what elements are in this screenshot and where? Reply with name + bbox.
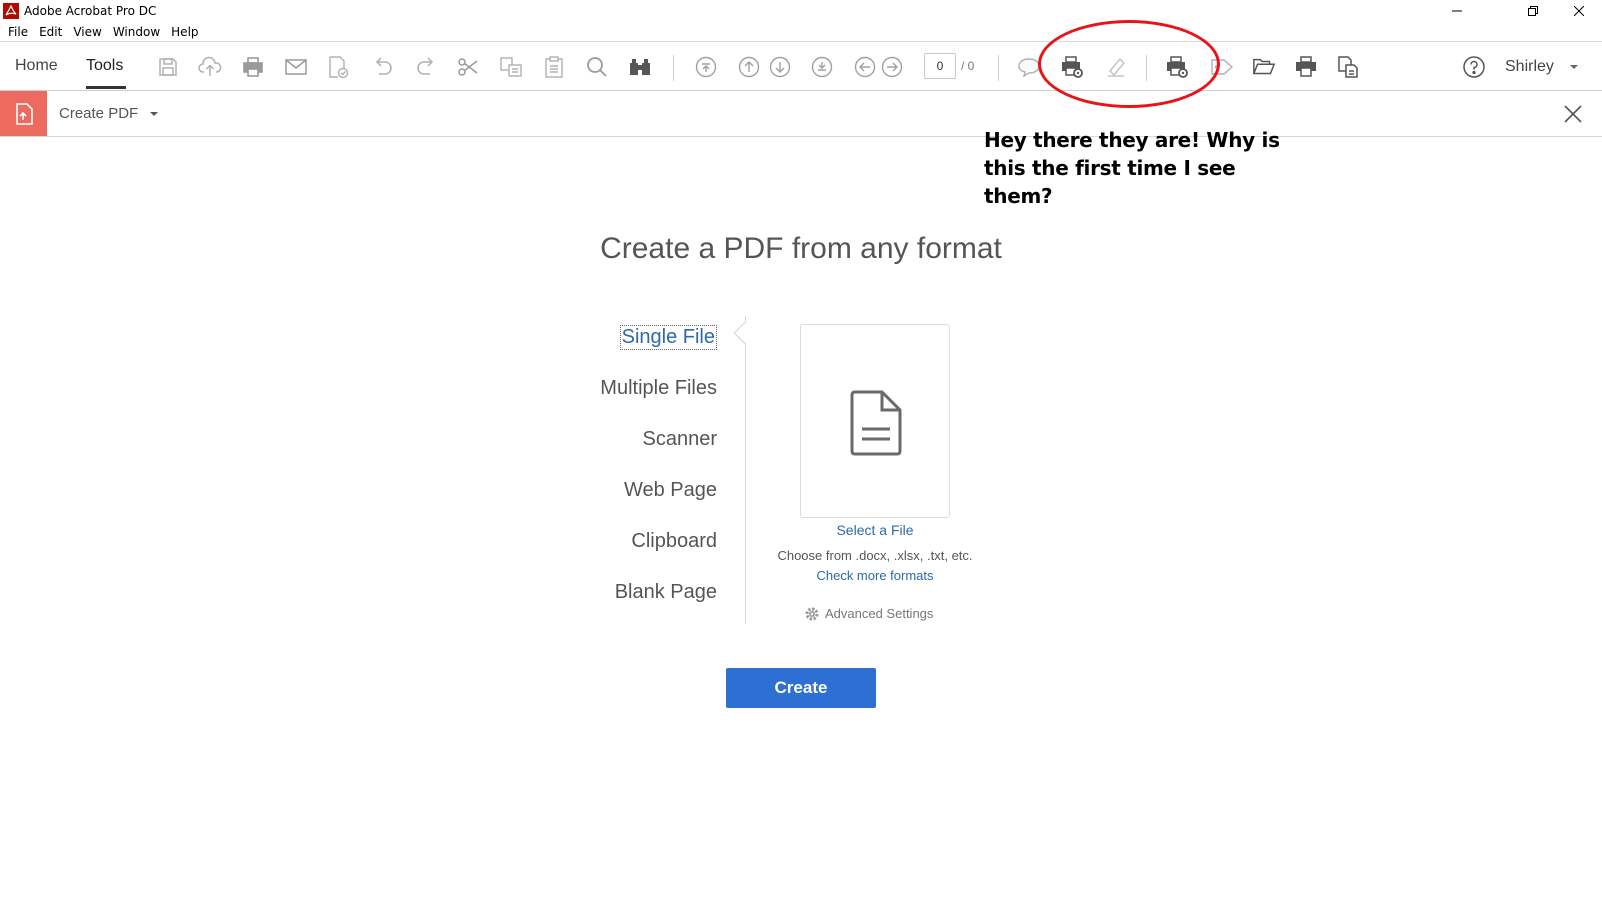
toolbar-separator: [998, 55, 999, 81]
option-web-page[interactable]: Web Page: [624, 479, 717, 502]
save-icon[interactable]: [156, 55, 180, 79]
menu-help[interactable]: Help: [167, 25, 205, 39]
title-bar: Adobe Acrobat Pro DC: [0, 0, 1602, 22]
chevron-down-icon[interactable]: [150, 112, 158, 116]
close-tool-button[interactable]: [1562, 103, 1584, 125]
page-total: / 0: [961, 59, 975, 73]
cut-icon[interactable]: [456, 55, 480, 79]
check-more-formats-link[interactable]: Check more formats: [775, 568, 975, 583]
create-pdf-icon: [0, 91, 47, 136]
last-page-icon[interactable]: [810, 55, 834, 79]
option-multiple-files[interactable]: Multiple Files: [600, 377, 717, 400]
file-drop-area[interactable]: [800, 324, 950, 518]
undo-icon[interactable]: [371, 55, 395, 79]
page-number-input[interactable]: 0: [924, 53, 956, 79]
tab-home[interactable]: Home: [15, 57, 58, 75]
chevron-down-icon[interactable]: [1570, 65, 1578, 69]
toolbar-separator: [673, 55, 674, 81]
search-icon[interactable]: [585, 55, 609, 79]
redo-icon[interactable]: [414, 55, 438, 79]
options-divider: [745, 316, 746, 624]
upload-cloud-icon[interactable]: [198, 55, 222, 79]
next-page-icon[interactable]: [768, 55, 792, 79]
restore-button[interactable]: [1510, 0, 1556, 22]
menu-view[interactable]: View: [69, 25, 108, 39]
option-blank-page[interactable]: Blank Page: [615, 581, 717, 604]
copy-icon[interactable]: [499, 55, 523, 79]
document-icon: [850, 390, 902, 456]
annotation-ellipse: [1038, 20, 1220, 108]
user-menu[interactable]: Shirley: [1505, 58, 1554, 76]
option-clipboard[interactable]: Clipboard: [631, 530, 717, 553]
close-window-button[interactable]: [1556, 0, 1602, 22]
advanced-settings-link[interactable]: Advanced Settings: [805, 606, 933, 621]
menu-edit[interactable]: Edit: [35, 25, 69, 39]
first-page-icon[interactable]: [694, 55, 718, 79]
active-tab-indicator: [86, 86, 126, 89]
prev-page-icon[interactable]: [737, 55, 761, 79]
toolbar: Home Tools 0 / 0 Shirley: [0, 43, 1602, 91]
open-folder-icon[interactable]: [1252, 55, 1276, 79]
acrobat-logo-icon: [3, 3, 19, 19]
paste-icon[interactable]: [542, 55, 566, 79]
create-button[interactable]: Create: [726, 668, 876, 708]
back-icon[interactable]: [853, 55, 877, 79]
menu-file[interactable]: File: [4, 25, 35, 39]
binoculars-icon[interactable]: [628, 55, 652, 79]
gear-icon: [805, 607, 819, 620]
option-single-file[interactable]: Single File: [619, 325, 717, 350]
print-icon[interactable]: [241, 55, 265, 79]
advanced-settings-label: Advanced Settings: [825, 606, 934, 621]
menu-bar: File Edit View Window Help: [0, 22, 1602, 42]
tool-selector[interactable]: Create PDF: [59, 105, 138, 122]
print-2-icon[interactable]: [1294, 55, 1318, 79]
minimize-button[interactable]: [1434, 0, 1480, 22]
tab-tools[interactable]: Tools: [86, 57, 123, 75]
annotation-text: Hey there they are! Why is this the firs…: [984, 128, 1280, 208]
select-file-link[interactable]: Select a File: [775, 522, 975, 538]
selection-pointer: [733, 321, 757, 345]
page-headline: Create a PDF from any format: [600, 232, 1002, 265]
sign-icon[interactable]: [326, 55, 350, 79]
menu-window[interactable]: Window: [109, 25, 167, 39]
option-scanner[interactable]: Scanner: [643, 428, 718, 451]
help-icon[interactable]: [1462, 55, 1486, 79]
forward-icon[interactable]: [880, 55, 904, 79]
tool-header: Create PDF: [0, 91, 1602, 137]
window-title: Adobe Acrobat Pro DC: [24, 4, 157, 18]
choose-formats-text: Choose from .docx, .xlsx, .txt, etc.: [777, 548, 973, 563]
convert-icon[interactable]: [1336, 55, 1360, 79]
email-icon[interactable]: [284, 55, 308, 79]
